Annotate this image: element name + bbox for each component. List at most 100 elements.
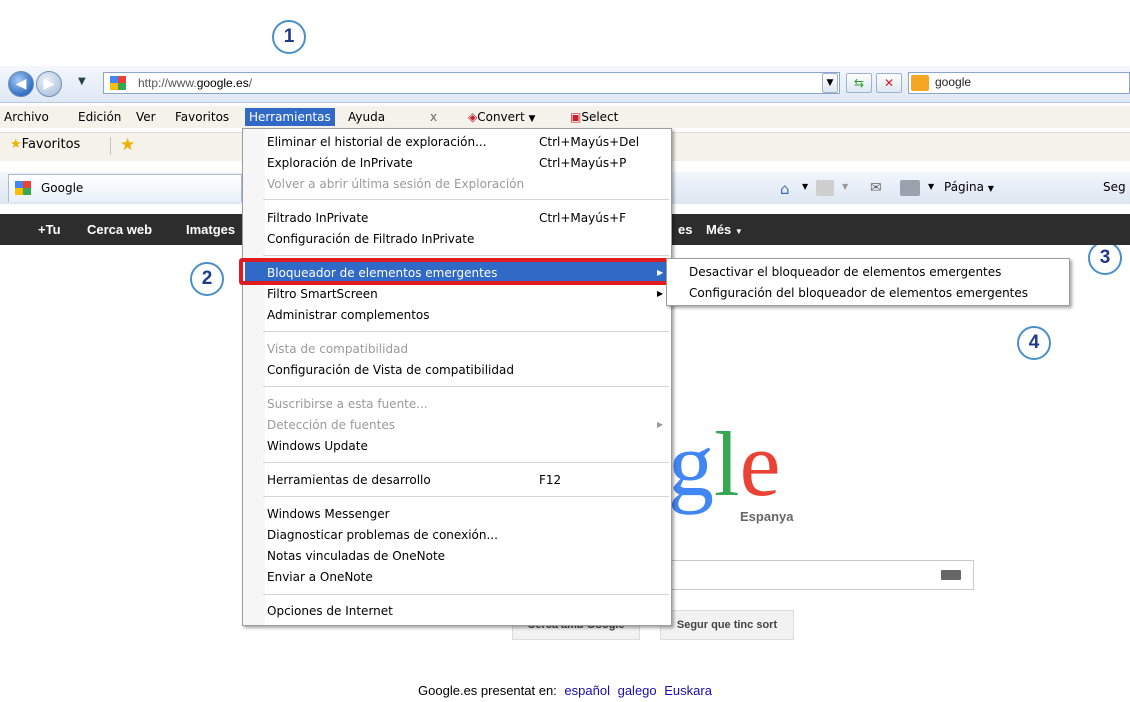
menu-separator <box>263 594 669 595</box>
forward-arrow-icon: ▶ <box>43 76 55 92</box>
menu-gutter <box>243 129 265 625</box>
page-menu-label: Página <box>944 180 984 194</box>
menu-item-config-filtrado[interactable]: Configuración de Filtrado InPrivate <box>267 229 474 249</box>
menu-separator <box>263 255 669 256</box>
gbar-item-plus-tu[interactable]: +Tu <box>38 222 61 237</box>
refresh-icon: ⇆ <box>853 76 865 90</box>
menu-separator <box>263 199 669 200</box>
url-dropdown-button[interactable]: ▼ <box>822 73 838 93</box>
google-search-input[interactable] <box>668 560 974 590</box>
menu-separator <box>263 386 669 387</box>
submenu-arrow-icon: ▶ <box>657 420 664 429</box>
convert-button[interactable]: ◈Convert ▼ <box>464 108 539 126</box>
callout-4: 4 <box>1017 326 1051 360</box>
menu-shortcut: Ctrl+Mayús+P <box>539 156 627 170</box>
menu-item-messenger[interactable]: Windows Messenger <box>267 504 390 524</box>
google-favicon-icon <box>108 74 134 92</box>
forward-button[interactable]: ▶ <box>36 71 62 97</box>
callout-3: 3 <box>1088 241 1122 275</box>
google-logo-country: Espanya <box>740 509 794 524</box>
footer-link-galego[interactable]: galego <box>618 683 657 698</box>
tab-title: Google <box>41 181 84 195</box>
chevron-down-icon: ▼ <box>987 184 994 193</box>
highlight-outline <box>239 258 672 285</box>
url-text: http://www.google.es/ <box>138 73 252 93</box>
search-input[interactable]: google <box>908 72 1130 94</box>
lucky-button[interactable]: Segur que tinc sort <box>660 610 794 640</box>
menu-item-opciones-internet[interactable]: Opciones de Internet <box>267 601 393 621</box>
menu-item-eliminar-historial[interactable]: Eliminar el historial de exploración... <box>267 132 487 152</box>
submenu-item-configuracion[interactable]: Configuración del bloqueador de elemento… <box>689 283 1028 303</box>
print-icon[interactable] <box>900 180 920 196</box>
url-input[interactable]: http://www.google.es/ <box>103 72 840 94</box>
menu-item-herramientas-desarrollo[interactable]: Herramientas de desarrollo <box>267 470 431 490</box>
menu-edicion[interactable]: Edición <box>74 108 125 126</box>
home-icon[interactable]: ⌂ <box>780 180 790 198</box>
menu-item-suscribirse: Suscribirse a esta fuente... <box>267 397 428 411</box>
submenu-item-desactivar[interactable]: Desactivar el bloqueador de elementos em… <box>689 262 1001 282</box>
google-logo: gle <box>668 418 780 510</box>
favorites-button[interactable]: ★Favoritos <box>10 137 80 152</box>
menu-bar: Archivo Edición Ver Favoritos Herramient… <box>0 106 1130 128</box>
menu-separator <box>263 496 669 497</box>
convert-label: Convert <box>477 110 525 124</box>
menu-item-notas-onenote[interactable]: Notas vinculadas de OneNote <box>267 546 445 566</box>
menu-item-smartscreen[interactable]: Filtro SmartScreen <box>267 284 378 304</box>
footer-languages: Google.es presentat en: español galego E… <box>0 683 1130 698</box>
url-domain: google.es <box>196 76 249 90</box>
history-dropdown-icon[interactable]: ▼ <box>78 76 86 87</box>
footer-link-euskara[interactable]: Euskara <box>664 683 712 698</box>
stop-button[interactable]: ✕ <box>876 73 902 93</box>
refresh-button[interactable]: ⇆ <box>846 73 872 93</box>
bing-icon <box>911 75 929 91</box>
url-suffix: / <box>248 76 253 90</box>
menu-separator <box>263 331 669 332</box>
chevron-down-icon[interactable]: ▼ <box>802 182 808 191</box>
menu-item-reabrir-sesion: Volver a abrir última sesión de Explorac… <box>267 177 525 191</box>
menu-herramientas[interactable]: Herramientas <box>245 108 335 126</box>
search-input-value: google <box>935 75 972 89</box>
menu-item-diagnosticar[interactable]: Diagnosticar problemas de conexión... <box>267 525 498 545</box>
select-icon: ▣ <box>570 110 582 124</box>
menu-ver[interactable]: Ver <box>132 108 160 126</box>
menu-ayuda[interactable]: Ayuda <box>344 108 389 126</box>
gbar-item-cerca-web[interactable]: Cerca web <box>87 222 152 237</box>
menu-item-filtrado-inprivate[interactable]: Filtrado InPrivate <box>267 208 368 228</box>
menu-item-complementos[interactable]: Administrar complementos <box>267 305 430 325</box>
chevron-down-icon: ▼ <box>734 227 743 236</box>
mail-icon[interactable]: ✉ <box>870 180 882 196</box>
url-prefix: http://www. <box>138 76 197 90</box>
menu-favoritos[interactable]: Favoritos <box>171 108 233 126</box>
gbar-item-partial[interactable]: es <box>678 222 692 237</box>
google-logo-l: l <box>714 413 740 515</box>
close-toolbar-button[interactable]: x <box>426 108 441 126</box>
gbar-item-imatges[interactable]: Imatges <box>186 222 235 237</box>
google-logo-e: e <box>739 413 781 515</box>
page-menu-button[interactable]: Página ▼ <box>944 180 994 194</box>
menu-item-inprivate[interactable]: Exploración de InPrivate <box>267 153 413 173</box>
safety-menu-button[interactable]: Seg <box>1103 180 1126 194</box>
select-button[interactable]: ▣Select <box>566 108 622 126</box>
chevron-down-icon: ▼ <box>528 114 536 124</box>
menu-item-vista-compat: Vista de compatibilidad <box>267 342 409 356</box>
chevron-down-icon[interactable]: ▼ <box>928 182 934 191</box>
back-arrow-icon: ◀ <box>15 76 27 92</box>
favorites-label: Favoritos <box>21 137 81 152</box>
tab-google[interactable]: Google <box>8 174 242 202</box>
gbar-item-mes[interactable]: Més ▼ <box>706 222 743 237</box>
menu-item-config-vista-compat[interactable]: Configuración de Vista de compatibilidad <box>267 360 514 380</box>
gbar-mes-label: Més <box>706 222 732 237</box>
divider <box>110 137 111 155</box>
stop-icon: ✕ <box>883 76 895 90</box>
menu-item-enviar-onenote[interactable]: Enviar a OneNote <box>267 567 373 587</box>
feeds-icon[interactable] <box>816 180 834 196</box>
google-logo-g: g <box>668 413 714 515</box>
convert-icon: ◈ <box>468 110 478 124</box>
keyboard-icon[interactable] <box>941 570 961 580</box>
footer-link-espanol[interactable]: español <box>564 683 610 698</box>
back-button[interactable]: ◀ <box>8 71 34 97</box>
callout-1: 1 <box>272 20 306 54</box>
menu-item-windows-update[interactable]: Windows Update <box>267 436 368 456</box>
menu-archivo[interactable]: Archivo <box>0 108 53 126</box>
add-favorite-icon[interactable]: ★ <box>120 135 135 155</box>
